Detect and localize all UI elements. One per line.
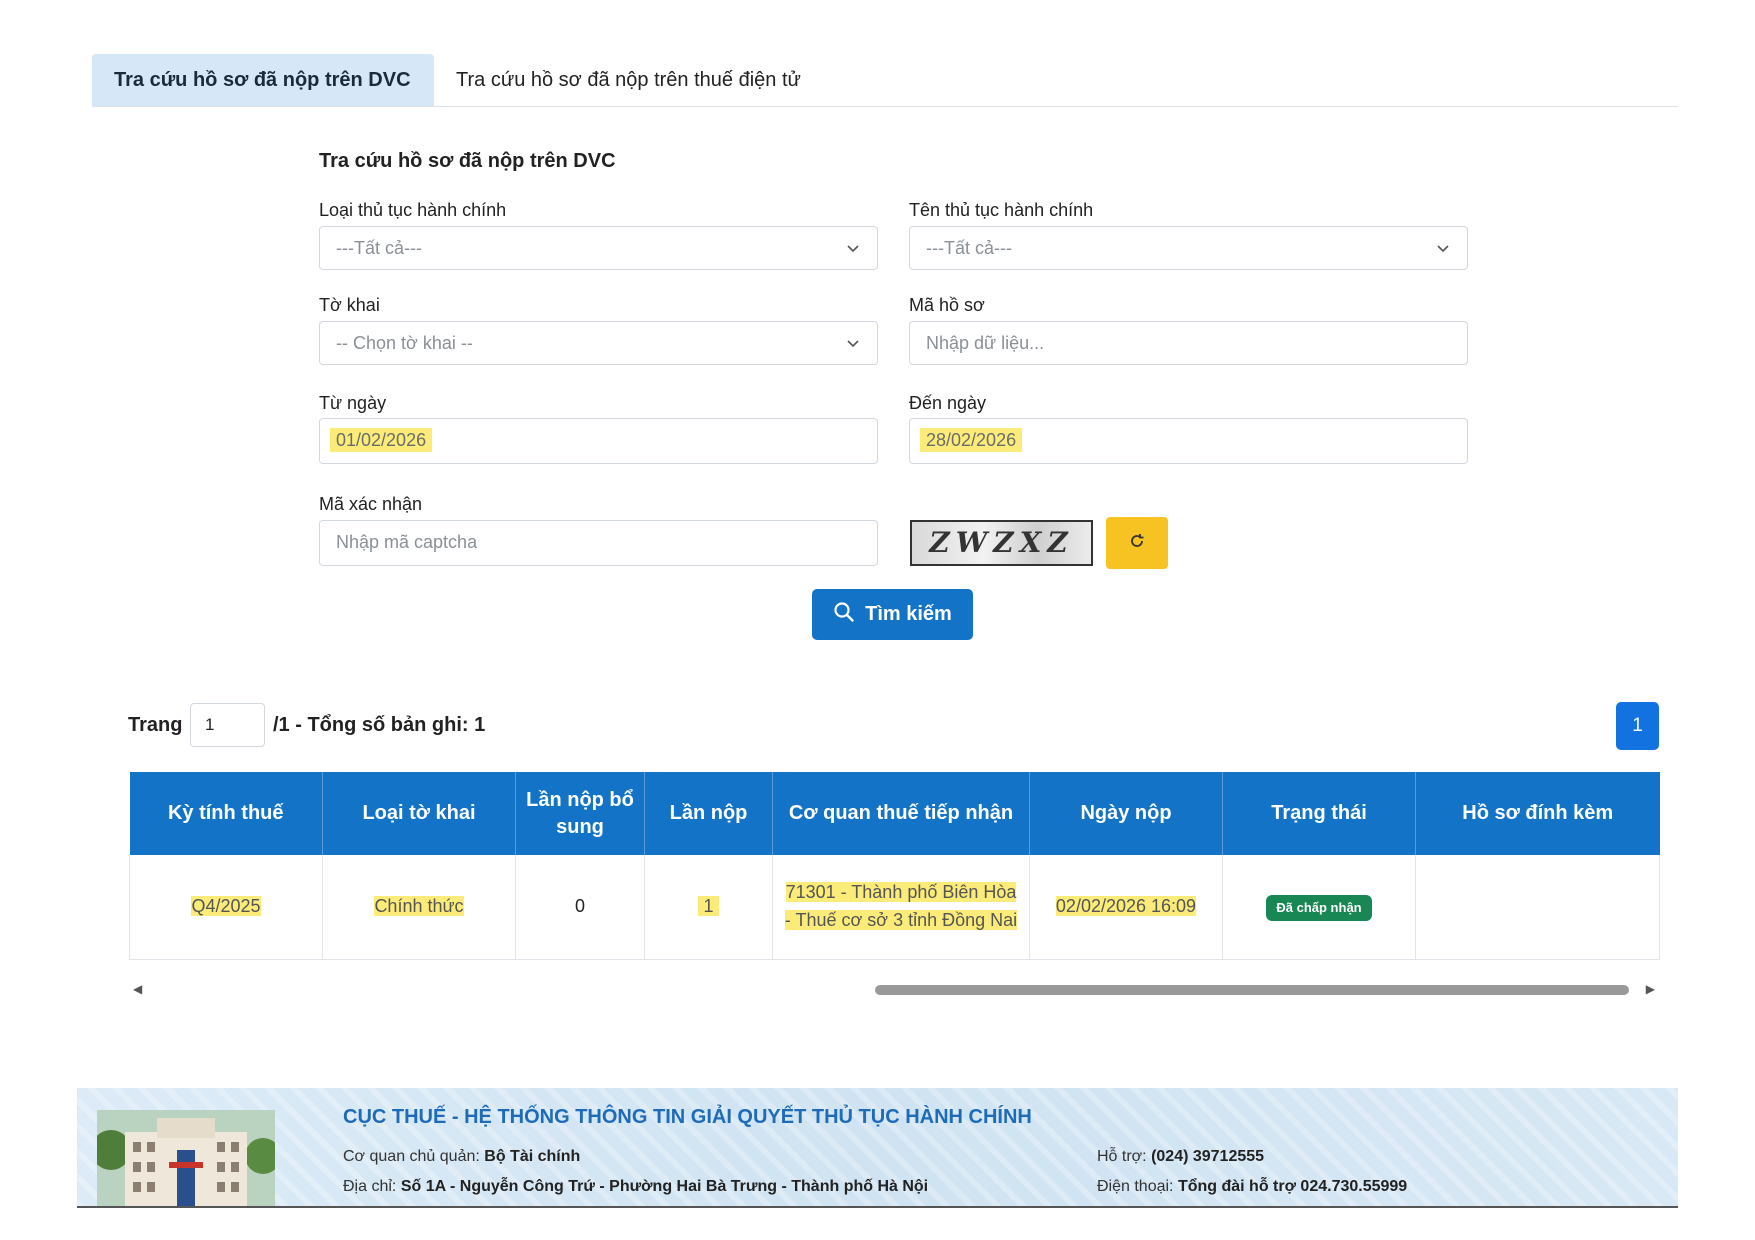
chevron-down-icon: [845, 322, 861, 364]
captcha-label: Mã xác nhận: [319, 494, 423, 514]
search-icon: [833, 601, 855, 629]
record-code-placeholder: Nhập dữ liệu...: [926, 333, 1045, 353]
status-badge: Đã chấp nhận: [1266, 894, 1372, 921]
scroll-right-icon[interactable]: ▶: [1646, 982, 1655, 996]
header-agency: Cơ quan thuế tiếp nhận: [772, 772, 1030, 855]
scroll-left-icon[interactable]: ◀: [133, 982, 142, 996]
header-type: Loại tờ khai: [322, 772, 516, 855]
footer: CỤC THUẾ - HỆ THỐNG THÔNG TIN GIẢI QUYẾT…: [77, 1088, 1678, 1208]
cell-status: Đã chấp nhận: [1222, 855, 1416, 960]
procedure-name-value: ---Tất cả---: [926, 238, 1012, 258]
declaration-select[interactable]: -- Chọn tờ khai --: [319, 321, 878, 365]
tab-e-tax[interactable]: Tra cứu hồ sơ đã nộp trên thuế điện tử: [434, 54, 823, 106]
footer-owner: Cơ quan chủ quản: Bộ Tài chính: [343, 1148, 581, 1165]
header-supplement: Lần nộp bổ sung: [515, 772, 645, 855]
header-period: Kỳ tính thuế: [129, 772, 323, 855]
declaration-label: Tờ khai: [319, 295, 380, 315]
horizontal-scrollbar[interactable]: ◀ ▶: [129, 982, 1659, 996]
form-title: Tra cứu hồ sơ đã nộp trên DVC: [319, 150, 616, 172]
results-table: Kỳ tính thuế Loại tờ khai Lần nộp bổ sun…: [129, 772, 1660, 960]
search-label: Tìm kiếm: [865, 603, 952, 625]
tab-dvc[interactable]: Tra cứu hồ sơ đã nộp trên DVC: [92, 54, 434, 106]
from-date-label: Từ ngày: [319, 393, 387, 413]
declaration-value: -- Chọn tờ khai --: [336, 333, 473, 353]
to-date-value: 28/02/2026: [920, 428, 1023, 452]
building-image: [97, 1110, 275, 1206]
scroll-thumb[interactable]: [875, 985, 1629, 995]
table-header-row: Kỳ tính thuế Loại tờ khai Lần nộp bổ sun…: [129, 772, 1660, 855]
header-attachment: Hồ sơ đính kèm: [1415, 772, 1660, 855]
footer-support: Hỗ trợ: (024) 39712555: [1097, 1148, 1265, 1165]
header-date: Ngày nộp: [1029, 772, 1223, 855]
tab-bar: Tra cứu hồ sơ đã nộp trên DVC Tra cứu hồ…: [92, 54, 1678, 107]
procedure-type-value: ---Tất cả---: [336, 238, 422, 258]
chevron-down-icon: [845, 227, 861, 269]
cell-period: Q4/2025: [129, 855, 323, 960]
captcha-image: ZWZXZ: [910, 520, 1093, 566]
cell-date: 02/02/2026 16:09: [1029, 855, 1223, 960]
header-times: Lần nộp: [644, 772, 773, 855]
pager-label: Trang: [128, 714, 183, 736]
search-button[interactable]: Tìm kiếm: [812, 589, 973, 640]
footer-title: CỤC THUẾ - HỆ THỐNG THÔNG TIN GIẢI QUYẾT…: [343, 1106, 1032, 1128]
procedure-name-select[interactable]: ---Tất cả---: [909, 226, 1468, 270]
record-code-label: Mã hồ sơ: [909, 295, 985, 315]
refresh-icon: [1127, 531, 1147, 556]
pager-summary: /1 - Tổng số bản ghi: 1: [273, 714, 486, 736]
procedure-type-select[interactable]: ---Tất cả---: [319, 226, 878, 270]
footer-phone: Điện thoại: Tổng đài hỗ trợ 024.730.5599…: [1097, 1178, 1408, 1195]
to-date-input[interactable]: 28/02/2026: [909, 418, 1468, 464]
from-date-value: 01/02/2026: [330, 428, 433, 452]
record-code-input[interactable]: Nhập dữ liệu...: [909, 321, 1468, 365]
chevron-down-icon: [1435, 227, 1451, 269]
footer-address: Địa chỉ: Số 1A - Nguyễn Công Trứ - Phườn…: [343, 1178, 929, 1195]
cell-type: Chính thức: [322, 855, 516, 960]
cell-agency: 71301 - Thành phố Biên Hòa - Thuế cơ sở …: [772, 855, 1030, 960]
header-status: Trạng thái: [1222, 772, 1416, 855]
to-date-label: Đến ngày: [909, 393, 987, 413]
captcha-placeholder: Nhập mã captcha: [336, 532, 478, 552]
table-row: Q4/2025 Chính thức 0 1 71301 - Thành phố…: [129, 855, 1660, 960]
page-number-input[interactable]: 1: [190, 703, 265, 747]
cell-times: 1: [644, 855, 773, 960]
captcha-input[interactable]: Nhập mã captcha: [319, 520, 878, 566]
from-date-input[interactable]: 01/02/2026: [319, 418, 878, 464]
cell-attachment: [1415, 855, 1660, 960]
refresh-captcha-button[interactable]: [1106, 517, 1168, 569]
procedure-type-label: Loại thủ tục hành chính: [319, 200, 507, 220]
procedure-name-label: Tên thủ tục hành chính: [909, 200, 1094, 220]
page: Tra cứu hồ sơ đã nộp trên DVC Tra cứu hồ…: [0, 0, 1755, 1240]
page-button-1[interactable]: 1: [1616, 702, 1659, 750]
cell-supplement: 0: [515, 855, 645, 960]
